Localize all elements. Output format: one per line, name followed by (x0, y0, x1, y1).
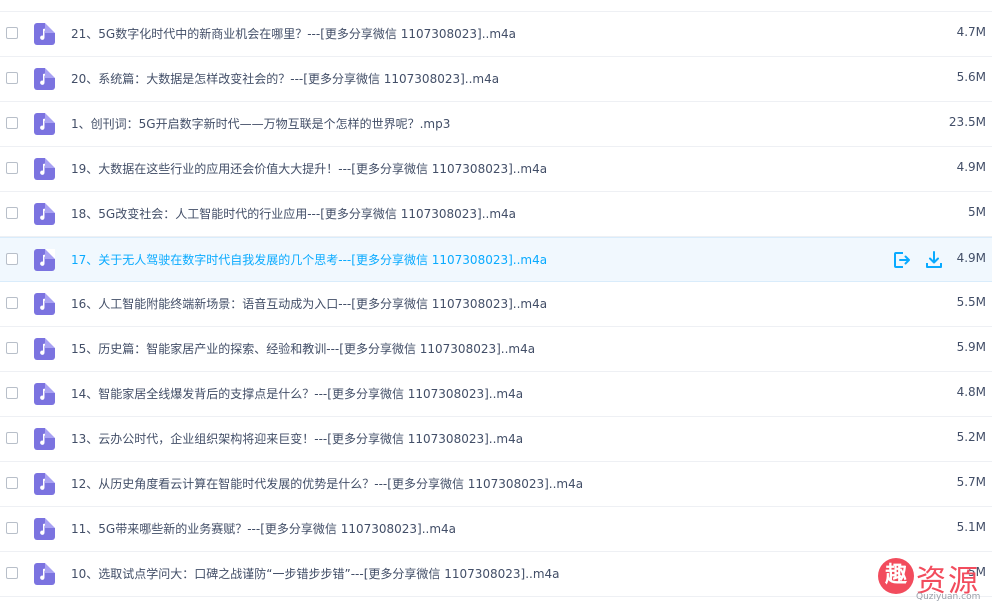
file-row[interactable]: 17、关于无人驾驶在数字时代自我发展的几个思考---[更多分享微信 110730… (0, 237, 992, 282)
row-checkbox[interactable] (6, 162, 18, 174)
row-checkbox[interactable] (6, 207, 18, 219)
file-name[interactable]: 10、选取试点学问大：口碑之战谨防“一步错步步错”---[更多分享微信 1107… (71, 565, 560, 582)
file-row[interactable]: 10、选取试点学问大：口碑之战谨防“一步错步步错”---[更多分享微信 1107… (0, 552, 992, 597)
file-row[interactable]: 20、系统篇：大数据是怎样改变社会的？---[更多分享微信 1107308023… (0, 57, 992, 102)
file-name[interactable]: 12、从历史角度看云计算在智能时代发展的优势是什么？---[更多分享微信 110… (71, 475, 583, 492)
file-name[interactable]: 13、云办公时代，企业组织架构将迎来巨变！---[更多分享微信 11073080… (71, 430, 523, 447)
file-size: 5.9M (956, 340, 986, 354)
audio-file-icon (34, 473, 55, 495)
row-checkbox[interactable] (6, 522, 18, 534)
watermark-url: Quziyuan.com (916, 592, 981, 602)
file-name[interactable]: 14、智能家居全线爆发背后的支撑点是什么？---[更多分享微信 11073080… (71, 385, 523, 402)
row-checkbox[interactable] (6, 387, 18, 399)
file-row[interactable]: 21、5G数字化时代中的新商业机会在哪里？---[更多分享微信 11073080… (0, 12, 992, 57)
watermark-logo: 趣 (878, 558, 914, 594)
row-checkbox[interactable] (6, 72, 18, 84)
file-row[interactable]: 15、历史篇：智能家居产业的探索、经验和教训---[更多分享微信 1107308… (0, 327, 992, 372)
audio-file-icon (34, 428, 55, 450)
row-checkbox[interactable] (6, 567, 18, 579)
row-actions (890, 250, 946, 270)
file-row[interactable]: 16、人工智能附能终端新场景：语音互动成为入口---[更多分享微信 110730… (0, 282, 992, 327)
file-size: 4.7M (956, 25, 986, 39)
file-size: 5.5M (956, 295, 986, 309)
file-name[interactable]: 1、创刊词：5G开启数字新时代——万物互联是个怎样的世界呢？.mp3 (71, 115, 450, 132)
row-checkbox[interactable] (6, 432, 18, 444)
audio-file-icon (34, 383, 55, 405)
file-name[interactable]: 11、5G带来哪些新的业务赛赋？---[更多分享微信 1107308023]..… (71, 520, 456, 537)
file-row[interactable]: 14、智能家居全线爆发背后的支撑点是什么？---[更多分享微信 11073080… (0, 372, 992, 417)
share-icon[interactable] (892, 250, 912, 270)
row-checkbox[interactable] (6, 253, 18, 265)
file-size: 4.9M (956, 251, 986, 265)
file-name[interactable]: 20、系统篇：大数据是怎样改变社会的？---[更多分享微信 1107308023… (71, 70, 499, 87)
file-size: 23.5M (948, 115, 986, 129)
file-name[interactable]: 19、大数据在这些行业的应用还会价值大大提升！---[更多分享微信 110730… (71, 160, 547, 177)
row-checkbox[interactable] (6, 477, 18, 489)
audio-file-icon (34, 518, 55, 540)
audio-file-icon (34, 158, 55, 180)
file-name[interactable]: 18、5G改变社会：人工智能时代的行业应用---[更多分享微信 11073080… (71, 205, 516, 222)
file-size: 5.7M (956, 475, 986, 489)
file-size: 4.8M (956, 385, 986, 399)
row-checkbox[interactable] (6, 342, 18, 354)
audio-file-icon (34, 249, 55, 271)
watermark: 趣 资源 Quziyuan.com (872, 556, 992, 603)
row-checkbox[interactable] (6, 27, 18, 39)
audio-file-icon (34, 563, 55, 585)
audio-file-icon (34, 203, 55, 225)
file-size: 4.9M (956, 160, 986, 174)
download-icon[interactable] (924, 250, 944, 270)
file-row[interactable]: 19、大数据在这些行业的应用还会价值大大提升！---[更多分享微信 110730… (0, 147, 992, 192)
file-row[interactable]: 18、5G改变社会：人工智能时代的行业应用---[更多分享微信 11073080… (0, 192, 992, 237)
file-name[interactable]: 17、关于无人驾驶在数字时代自我发展的几个思考---[更多分享微信 110730… (71, 251, 547, 268)
file-size: 5.6M (956, 70, 986, 84)
file-size: 5M (968, 205, 986, 219)
audio-file-icon (34, 338, 55, 360)
file-name[interactable]: 15、历史篇：智能家居产业的探索、经验和教训---[更多分享微信 1107308… (71, 340, 535, 357)
audio-file-icon (34, 113, 55, 135)
row-checkbox[interactable] (6, 297, 18, 309)
row-checkbox[interactable] (6, 117, 18, 129)
file-name[interactable]: 16、人工智能附能终端新场景：语音互动成为入口---[更多分享微信 110730… (71, 295, 547, 312)
file-size: 5.2M (956, 430, 986, 444)
file-size: 5.1M (956, 520, 986, 534)
file-row[interactable]: 12、从历史角度看云计算在智能时代发展的优势是什么？---[更多分享微信 110… (0, 462, 992, 507)
audio-file-icon (34, 68, 55, 90)
file-row[interactable]: 22、新零售将展现新业态：无人化成为必然模式---[更多分享微信 1107308… (0, 0, 992, 12)
audio-file-icon (34, 23, 55, 45)
file-row[interactable]: 11、5G带来哪些新的业务赛赋？---[更多分享微信 1107308023]..… (0, 507, 992, 552)
file-row[interactable]: 13、云办公时代，企业组织架构将迎来巨变！---[更多分享微信 11073080… (0, 417, 992, 462)
file-list: 22、新零售将展现新业态：无人化成为必然模式---[更多分享微信 1107308… (0, 0, 992, 597)
file-name[interactable]: 21、5G数字化时代中的新商业机会在哪里？---[更多分享微信 11073080… (71, 25, 516, 42)
audio-file-icon (34, 293, 55, 315)
file-row[interactable]: 1、创刊词：5G开启数字新时代——万物互联是个怎样的世界呢？.mp3 23.5M (0, 102, 992, 147)
